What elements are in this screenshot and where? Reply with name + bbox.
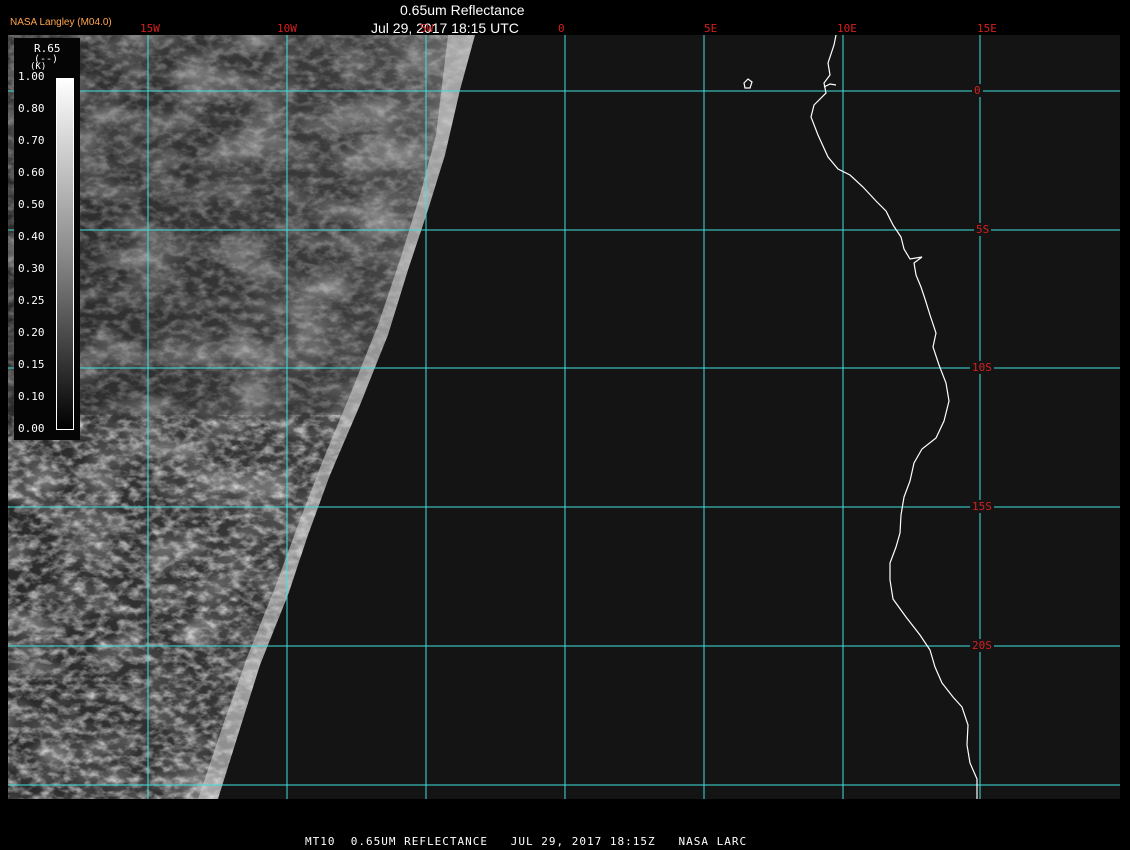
lon-label-10e: 10E — [837, 22, 857, 35]
legend-tick: 0.25 — [18, 294, 45, 307]
legend-tick: 0.30 — [18, 262, 45, 275]
legend-tick: 0.70 — [18, 134, 45, 147]
lon-label-5w: 5W — [420, 22, 434, 35]
product-tag: NASA Langley (M04.0) — [10, 17, 112, 28]
image-datetime: Jul 29, 2017 18:15 UTC — [371, 20, 519, 36]
legend-tick: 0.15 — [18, 358, 45, 371]
lat-label-0: 0 — [972, 84, 983, 97]
satellite-map[interactable]: 0 5S 10S 15S 20S — [8, 35, 1120, 799]
footer-caption: MT10 0.65UM REFLECTANCE JUL 29, 2017 18:… — [305, 835, 748, 848]
legend-tick: 0.60 — [18, 166, 45, 179]
legend-tick: 1.00 — [18, 70, 45, 83]
legend-tick: 0.40 — [18, 230, 45, 243]
lon-label-15w: 15W — [140, 22, 160, 35]
lat-label-20s: 20S — [970, 639, 994, 652]
legend-color-bar — [56, 78, 74, 430]
lon-label-5e: 5E — [704, 22, 718, 35]
legend-tick: 0.50 — [18, 198, 45, 211]
image-title: 0.65um Reflectance — [400, 2, 525, 18]
legend-tick: 0.00 — [18, 422, 45, 435]
legend-tick: 0.10 — [18, 390, 45, 403]
lat-label-5s: 5S — [974, 223, 992, 236]
lon-label-10w: 10W — [277, 22, 297, 35]
legend-tick: 0.80 — [18, 102, 45, 115]
color-scale-legend: R.65 (--) (K) 1.00 0.80 0.70 0.60 0.50 0… — [14, 38, 80, 440]
map-svg — [8, 35, 1120, 799]
lat-label-10s: 10S — [970, 361, 994, 374]
lon-label-0: 0 — [558, 22, 565, 35]
lat-label-15s: 15S — [970, 500, 994, 513]
lon-label-15e: 15E — [977, 22, 997, 35]
coastline — [743, 35, 978, 799]
legend-gradient — [57, 79, 73, 429]
legend-tick: 0.20 — [18, 326, 45, 339]
